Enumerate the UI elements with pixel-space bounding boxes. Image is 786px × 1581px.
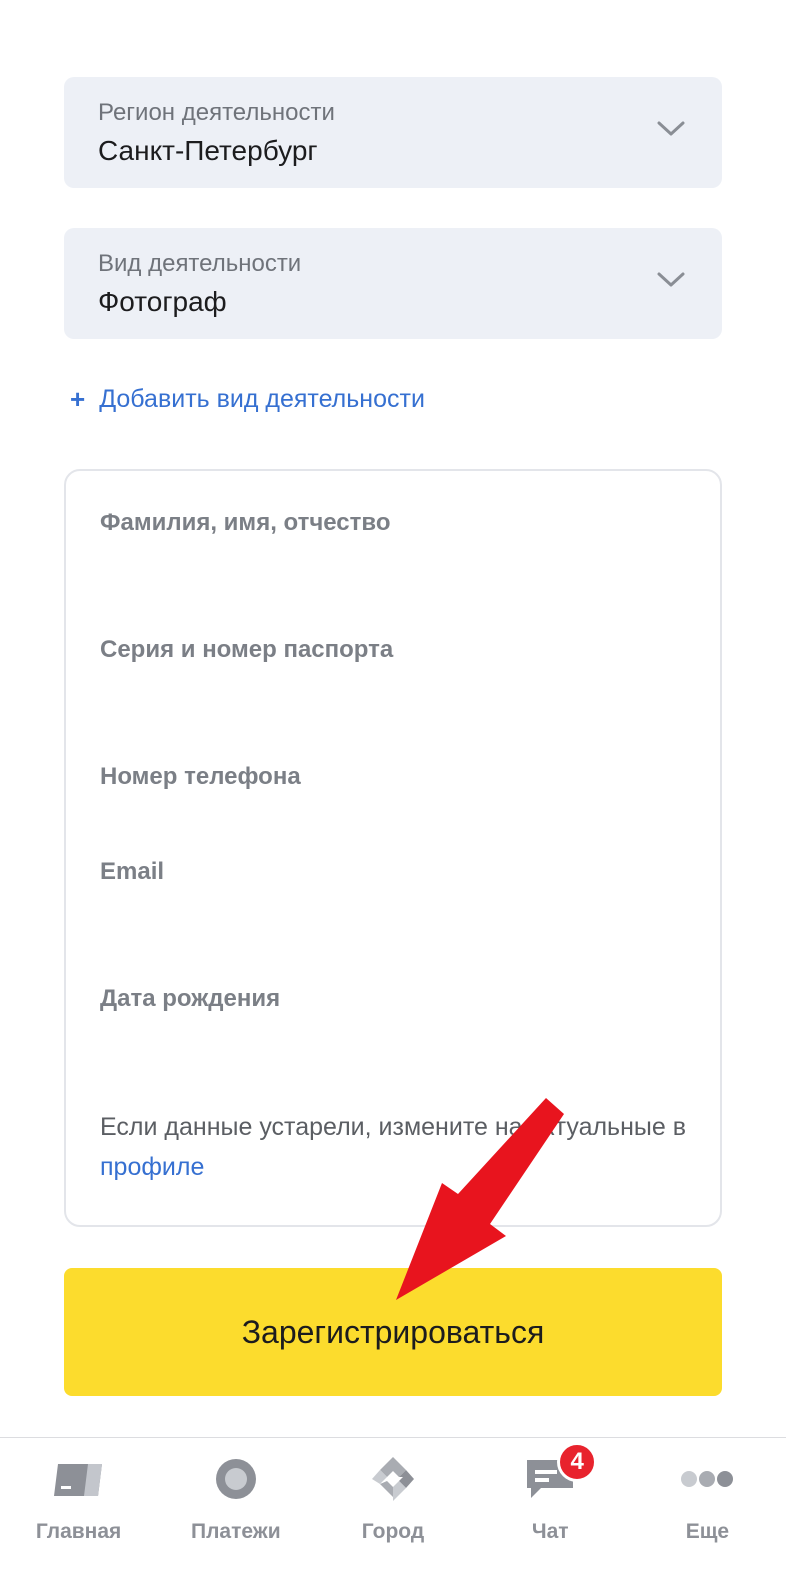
register-button-label: Зарегистрироваться: [241, 1313, 545, 1350]
tab-chat-label: Чат: [531, 1520, 569, 1543]
tab-chat[interactable]: 4 Чат: [472, 1438, 629, 1581]
email-field[interactable]: Email: [100, 858, 164, 886]
city-diamond-icon: [372, 1457, 414, 1501]
region-label: Регион деятельности: [98, 99, 335, 126]
chevron-down-icon: [657, 121, 685, 136]
bottom-tab-bar: Главная Платежи Город 4 Чат Еще: [0, 1437, 786, 1581]
more-dots-icon: [681, 1471, 734, 1487]
chevron-down-icon: [657, 272, 685, 287]
tab-home[interactable]: Главная: [0, 1438, 157, 1581]
home-card-icon: [53, 1464, 102, 1496]
tab-more-label: Еще: [685, 1520, 730, 1543]
tab-payments-label: Платежи: [191, 1520, 281, 1543]
add-activity-label: Добавить вид деятельности: [99, 385, 425, 413]
tab-more[interactable]: Еще: [629, 1438, 786, 1581]
profile-link[interactable]: профиле: [100, 1153, 204, 1181]
region-value: Санкт-Петербург: [98, 135, 318, 166]
payments-circle-icon: [215, 1459, 256, 1499]
personal-data-card: Фамилия, имя, отчество Серия и номер пас…: [64, 469, 722, 1227]
region-select[interactable]: Регион деятельности Санкт-Петербург: [64, 77, 722, 188]
outdated-data-note: Если данные устарели, измените на актуал…: [100, 1107, 700, 1187]
tab-city[interactable]: Город: [314, 1438, 471, 1581]
tab-city-label: Город: [361, 1520, 425, 1543]
passport-field[interactable]: Серия и номер паспорта: [100, 636, 393, 664]
phone-field[interactable]: Номер телефона: [100, 763, 301, 791]
chat-unread-badge: 4: [557, 1442, 598, 1482]
full-name-field[interactable]: Фамилия, имя, отчество: [100, 509, 391, 537]
activity-label: Вид деятельности: [98, 250, 302, 277]
plus-icon: +: [70, 384, 86, 414]
activity-select[interactable]: Вид деятельности Фотограф: [64, 228, 722, 339]
tab-home-label: Главная: [35, 1520, 122, 1543]
register-button[interactable]: Зарегистрироваться: [64, 1268, 722, 1396]
birth-date-field[interactable]: Дата рождения: [100, 985, 280, 1013]
note-text: Если данные устарели, измените на актуал…: [100, 1113, 686, 1141]
tab-payments[interactable]: Платежи: [157, 1438, 314, 1581]
add-activity-link[interactable]: + Добавить вид деятельности: [70, 384, 425, 415]
activity-value: Фотограф: [98, 286, 227, 317]
